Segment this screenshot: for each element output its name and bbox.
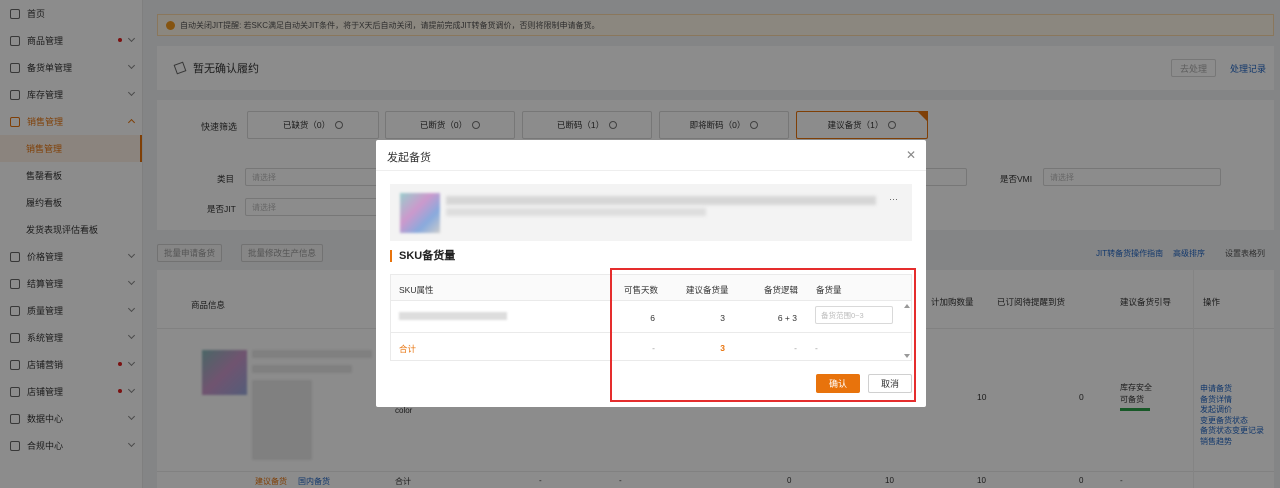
col-sku-attr: SKU属性 (399, 285, 434, 295)
sku-attr-blur (399, 312, 507, 320)
product-summary: ··· (390, 184, 912, 241)
product-thumbnail (400, 193, 440, 233)
total-label: 合计 (399, 344, 417, 354)
product-title-blur (446, 196, 876, 205)
more-icon[interactable]: ··· (889, 194, 898, 204)
modal-title: 发起备货 (387, 152, 431, 164)
highlight-box (610, 268, 916, 402)
close-icon[interactable]: ✕ (906, 148, 916, 162)
modal-divider (376, 170, 926, 171)
product-sub-blur (446, 208, 706, 216)
section-title: SKU备货量 (390, 250, 455, 262)
